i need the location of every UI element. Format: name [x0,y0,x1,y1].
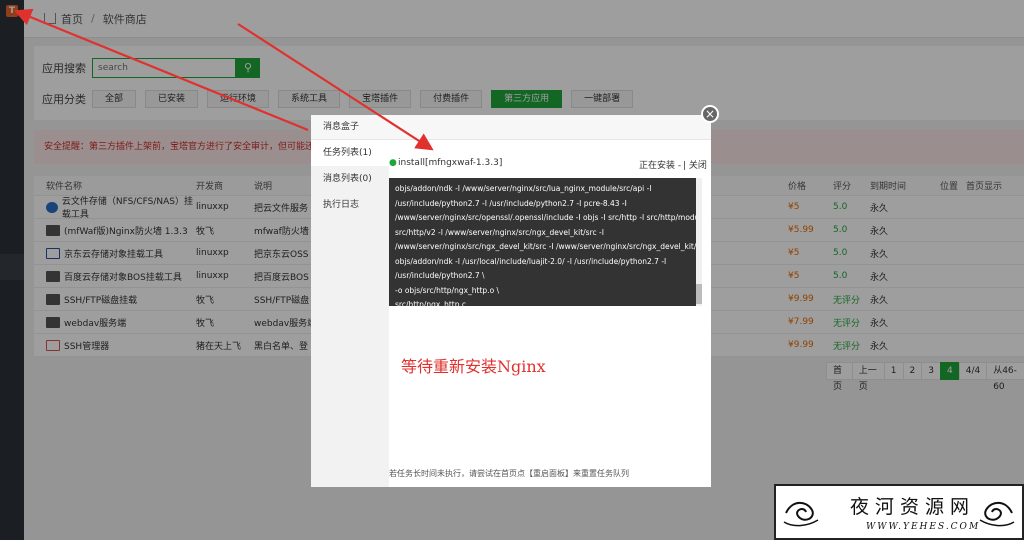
task-item: ● install[mfngxwaf-1.3.3] 正在安装 - | 关闭 [389,158,711,171]
modal-tabs: 任务列表(1) 消息列表(0) 执行日志 [311,140,389,487]
task-name: install[mfngxwaf-1.3.3] [398,158,503,168]
task-status: 正在安装 - [639,161,682,171]
console-line: objs/addon/ndk -I /usr/local/include/lua… [395,256,667,266]
console-line: /usr/include/python2.7 -I /usr/include/p… [395,198,627,208]
console-line: /www/server/nginx/src/ngx_devel_kit/src … [395,242,696,251]
message-box-modal: 消息盒子 任务列表(1) 消息列表(0) 执行日志 ● install[mfngxw… [311,115,711,487]
modal-tab[interactable]: 执行日志 [311,192,389,218]
console-line: /www/server/nginx/src/openssl/.openssl/i… [395,213,696,222]
swirl-right-icon [979,501,1015,527]
console-line: -o objs/src/http/ngx_http.o \ [395,285,500,295]
watermark-title: 夜河资源网 [850,496,976,518]
modal-body: ● install[mfngxwaf-1.3.3] 正在安装 - | 关闭 ob… [389,140,711,487]
console-line: /usr/include/python2.7 \ [395,271,485,280]
annotation-text: 等待重新安装Nginx [401,357,546,376]
watermark: 夜河资源网 WWW.YEHES.COM [774,484,1024,540]
modal-tab[interactable]: 任务列表(1) [311,140,389,166]
console-line: src/http/ngx_http.c [395,300,467,306]
install-console: objs/addon/ndk -I /www/server/nginx/src/… [389,178,702,306]
watermark-url: WWW.YEHES.COM [866,522,981,532]
console-line: objs/addon/ndk -I /www/server/nginx/src/… [395,184,652,193]
swirl-left-icon [783,501,819,527]
modal-footer-hint: 若任务长时间未执行，请尝试在首页点【重启面板】来重置任务队列 [389,469,629,478]
modal-close-icon[interactable]: × [701,105,719,123]
scrollbar-thumb[interactable] [696,284,702,304]
task-status-dot: ● [389,158,397,168]
console-line: src/http/v2 -I /www/server/nginx/src/ngx… [395,227,604,237]
console-scrollbar[interactable] [696,178,702,306]
modal-title: 消息盒子 [311,115,711,140]
modal-tab[interactable]: 消息列表(0) [311,166,389,192]
task-close-link[interactable]: | 关闭 [683,158,707,171]
